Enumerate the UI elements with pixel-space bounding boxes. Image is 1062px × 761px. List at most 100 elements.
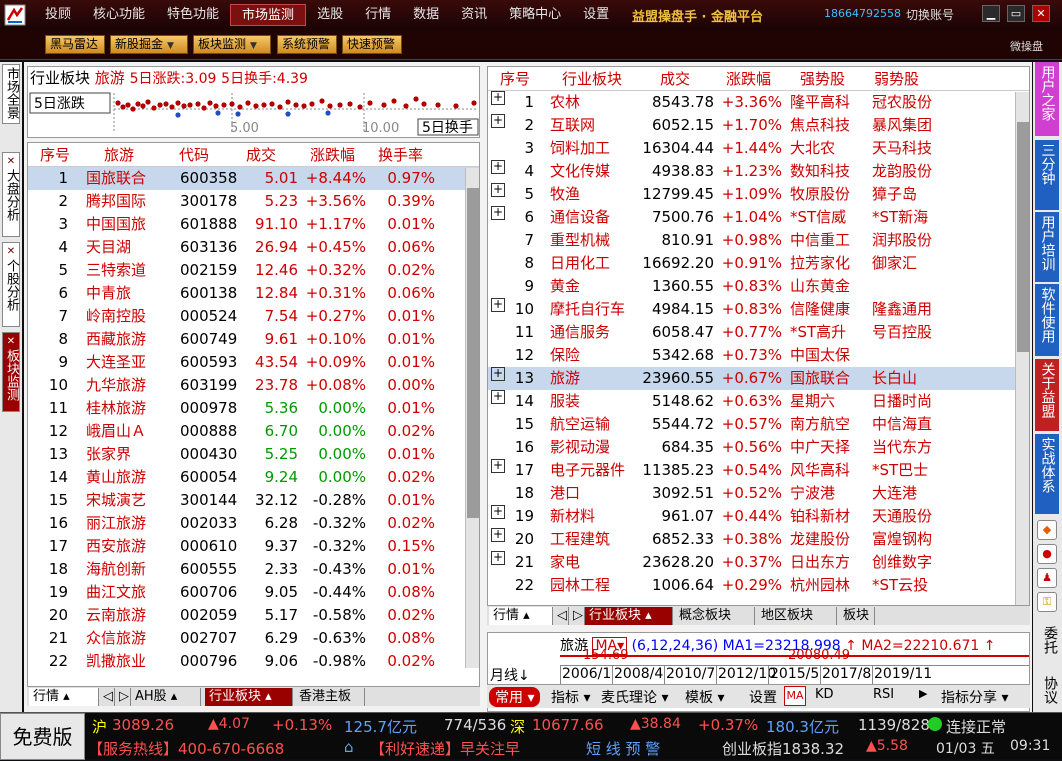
table-row[interactable]: 22 凯撒旅业 000796 9.06 -0.98% 0.02% [28,650,479,673]
col-header-1[interactable]: 行业板块 [562,67,622,91]
menu-item-7[interactable]: 资讯 [450,4,498,26]
close-icon[interactable]: ✕ [3,155,19,169]
menu-item-9[interactable]: 设置 [572,4,620,26]
tab-region[interactable]: 地区板块 [757,607,837,625]
col-header-0[interactable]: 序号 [500,67,530,91]
table-row[interactable]: 8 日用化工 16692.20 +0.91% 拉芳家化 御家汇 [488,252,1029,275]
table-row[interactable]: 17 西安旅游 000610 9.37 -0.32% 0.15% [28,535,479,558]
side-tab-sector[interactable]: ✕ 板块监测 [2,332,20,412]
toolbar-button-xingu[interactable]: 新股掘金 ▼ [110,35,188,54]
expand-icon[interactable]: + [491,459,505,473]
table-row[interactable]: 21 众信旅游 002707 6.29 -0.63% 0.08% [28,627,479,650]
free-edition-badge[interactable]: 免费版 [0,713,85,760]
side-tab-index[interactable]: ✕ 大盘分析 [2,152,20,237]
side-link-agreement[interactable]: 协议 [1036,668,1058,712]
table-row[interactable]: 9 大连圣亚 600593 43.54 +0.09% 0.01% [28,351,479,374]
kline-settings-button[interactable]: 设置 [749,687,777,707]
scrollbar[interactable] [1015,92,1029,605]
table-row[interactable]: +21 家电 23628.20 +0.37% 日出东方 创维数字 [488,551,1029,574]
table-row[interactable]: 2 腾邦国际 300178 5.23 +3.56% 0.39% [28,190,479,213]
kline-kd-button[interactable]: KD [815,687,834,702]
chat-icon[interactable]: ● [1037,544,1057,564]
table-row[interactable]: 7 重型机械 810.91 +0.98% 中信重工 润邦股份 [488,229,1029,252]
table-row[interactable]: 18 港口 3092.51 +0.52% 宁波港 大连港 [488,482,1029,505]
expand-icon[interactable]: + [491,160,505,174]
close-icon[interactable]: ✕ [3,335,19,349]
tab-ah[interactable]: AH股 ▴ [131,688,201,706]
toolbar-button-bankuai[interactable]: 板块监测 ▼ [193,35,271,54]
tab-industry[interactable]: 行业板块 ▴ [585,607,673,625]
table-row[interactable]: +19 新材料 961.07 +0.44% 铂科新材 天通股份 [488,505,1029,528]
kline-theory-button[interactable]: 麦氏理论 ▾ [601,687,668,707]
toolbar-button-heima[interactable]: 黑马雷达 [45,35,105,54]
table-row[interactable]: 16 丽江旅游 002033 6.28 -0.32% 0.02% [28,512,479,535]
menu-item-3[interactable]: 市场监测 [230,4,307,26]
table-row[interactable]: 20 云南旅游 002059 5.17 -0.58% 0.02% [28,604,479,627]
table-row[interactable]: 8 西藏旅游 600749 9.61 +0.10% 0.01% [28,328,479,351]
table-row[interactable]: +2 互联网 6052.15 +1.70% 焦点科技 暴风集团 [488,114,1029,137]
tab-quote[interactable]: 行情 ▴ [29,688,99,706]
expand-icon[interactable]: + [491,551,505,565]
expand-icon[interactable]: + [491,183,505,197]
table-row[interactable]: 10 九华旅游 603199 23.78 +0.08% 0.00% [28,374,479,397]
table-row[interactable]: +10 摩托自行车 4984.15 +0.83% 信隆健康 隆鑫通用 [488,298,1029,321]
table-row[interactable]: 5 三特索道 002159 12.46 +0.32% 0.02% [28,259,479,282]
menu-item-2[interactable]: 特色功能 [156,4,230,26]
tab-prev-icon[interactable]: ◁ [553,607,569,625]
toolbar-button-kuaisu[interactable]: 快速预警 [342,35,402,54]
kline-share-button[interactable]: 指标分享 ▾ [941,687,1008,707]
close-icon[interactable]: ✕ [1032,5,1050,22]
table-row[interactable]: 16 影视动漫 684.35 +0.56% 中广天择 当代东方 [488,436,1029,459]
expand-icon[interactable]: + [491,367,505,381]
weipan-link[interactable]: 微操盘 [1010,38,1043,54]
col-header-5[interactable]: 换手率 [378,143,423,167]
tab-prev-icon[interactable]: ◁ [99,688,115,706]
table-row[interactable]: +5 牧渔 12799.45 +1.09% 牧原股份 獐子岛 [488,183,1029,206]
tab-industry[interactable]: 行业板块 ▴ [205,688,293,706]
table-row[interactable]: +17 电子元器件 11385.23 +0.54% 风华高科 *ST巴士 [488,459,1029,482]
table-row[interactable]: 15 航空运输 5544.72 +0.57% 南方航空 中信海直 [488,413,1029,436]
side-link-about[interactable]: 关于益盟 [1035,359,1059,431]
side-tab-stock[interactable]: ✕ 个股分析 [2,242,20,327]
chevron-right-icon[interactable]: ▶ [919,687,927,700]
expand-icon[interactable]: + [491,298,505,312]
news-ticker[interactable]: 【利好速递】早关注早 [370,738,520,759]
table-row[interactable]: +4 文化传媒 4938.83 +1.23% 数知科技 龙韵股份 [488,160,1029,183]
table-row[interactable]: +20 工程建筑 6852.33 +0.38% 龙建股份 富煌钢构 [488,528,1029,551]
expand-icon[interactable]: + [491,390,505,404]
table-row[interactable]: +14 服装 5148.62 +0.63% 星期六 日播时尚 [488,390,1029,413]
kline-template-button[interactable]: 模板 ▾ [685,687,724,707]
table-row[interactable]: 15 宋城演艺 300144 32.12 -0.28% 0.01% [28,489,479,512]
table-row[interactable]: +1 农林 8543.78 +3.36% 隆平高科 冠农股份 [488,91,1029,114]
table-row[interactable]: 11 通信服务 6058.47 +0.77% *ST高升 号百控股 [488,321,1029,344]
close-icon[interactable]: ✕ [3,245,19,259]
expand-icon[interactable]: + [491,91,505,105]
minimize-icon[interactable]: ▁ [982,5,1000,22]
expand-icon[interactable]: + [491,206,505,220]
menu-item-8[interactable]: 策略中心 [498,4,572,26]
table-row[interactable]: 14 黄山旅游 600054 9.24 0.00% 0.02% [28,466,479,489]
user-icon[interactable]: ♟ [1037,568,1057,588]
scrollbar-thumb[interactable] [467,188,479,518]
table-row[interactable]: +13 旅游 23960.55 +0.67% 国旅联合 长白山 [488,367,1029,390]
table-row[interactable]: 3 饲料加工 16304.44 +1.44% 大北农 天马科技 [488,137,1029,160]
short-alert[interactable]: 短 线 预 警 [586,738,660,759]
menu-item-6[interactable]: 数据 [402,4,450,26]
kline-indicator-button[interactable]: 指标 ▾ [551,687,590,707]
expand-icon[interactable]: + [491,528,505,542]
side-tab-market[interactable]: 市场全景 [2,64,20,124]
scrollbar-thumb[interactable] [1017,122,1029,352]
menu-item-1[interactable]: 核心功能 [82,4,156,26]
col-header-3[interactable]: 成交 [246,143,276,167]
table-row[interactable]: 3 中国国旅 601888 91.10 +1.17% 0.01% [28,213,479,236]
table-row[interactable]: 19 曲江文旅 600706 9.05 -0.44% 0.08% [28,581,479,604]
col-header-4[interactable]: 强势股 [800,67,845,91]
table-row[interactable]: 12 保险 5342.68 +0.73% 中国太保 [488,344,1029,367]
kline-common-button[interactable]: 常用 ▾ [489,687,541,707]
home-icon[interactable]: ⌂ [344,738,354,756]
side-link-3min[interactable]: 三分钟 [1035,140,1059,210]
side-link-training[interactable]: 用户培训 [1035,212,1059,282]
table-row[interactable]: 4 天目湖 603136 26.94 +0.45% 0.06% [28,236,479,259]
kline-rsi-button[interactable]: RSI [873,687,894,702]
table-row[interactable]: 22 园林工程 1006.64 +0.29% 杭州园林 *ST云投 [488,574,1029,597]
